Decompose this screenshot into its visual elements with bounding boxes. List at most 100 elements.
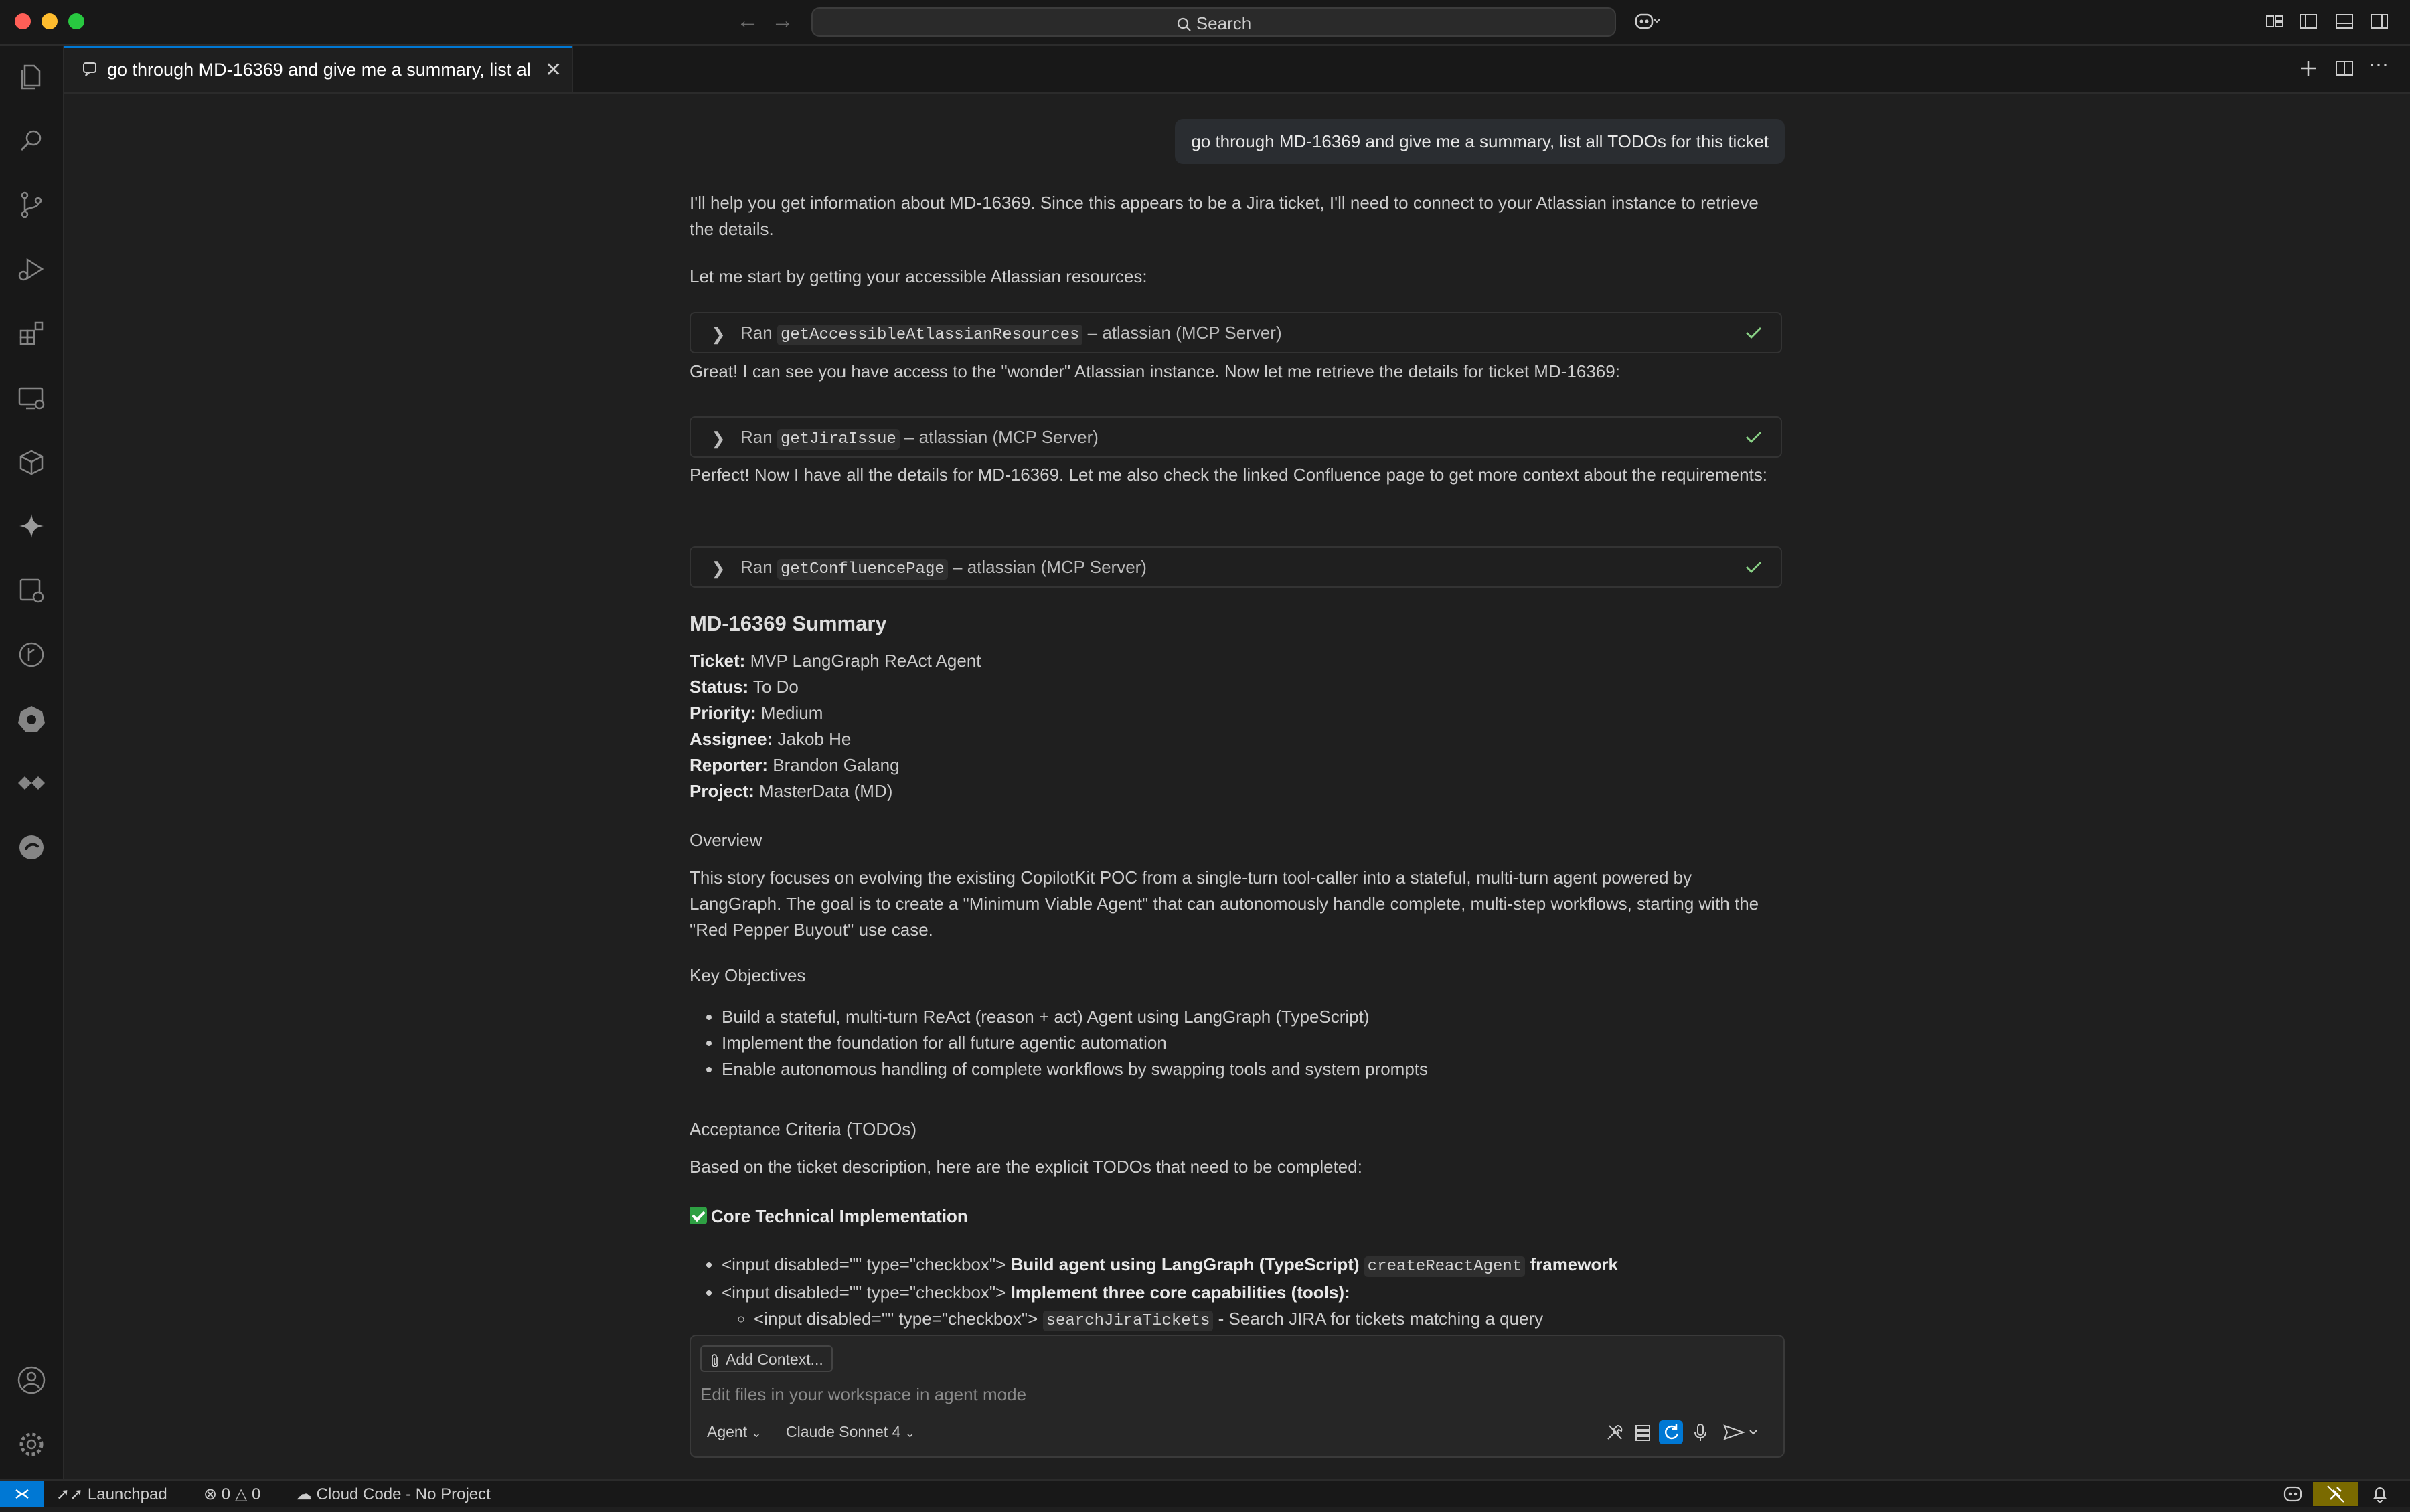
git-graph-icon[interactable]: [15, 639, 48, 671]
edge-devtools-icon[interactable]: [15, 831, 48, 863]
user-message: go through MD-16369 and give me a summar…: [1175, 119, 1785, 164]
list-item: Enable autonomous handling of complete w…: [722, 1056, 1785, 1082]
chat-transcript: go through MD-16369 and give me a summar…: [690, 94, 1785, 1332]
chat-icon: [82, 61, 99, 82]
copilot-icon[interactable]: [1633, 11, 1660, 32]
kubernetes-icon[interactable]: [15, 703, 48, 735]
forward-arrow-icon[interactable]: →: [771, 8, 794, 34]
close-tab-icon[interactable]: ✕: [545, 58, 562, 82]
acceptance-criteria-intro: Based on the ticket description, here ar…: [690, 1157, 1362, 1177]
tab-label: go through MD-16369 and give me a summar…: [107, 60, 531, 80]
field-project: Project: MasterData (MD): [690, 781, 893, 801]
warning-icon: △: [234, 1485, 248, 1503]
problems-item[interactable]: ⊗ 0 △ 0: [204, 1485, 260, 1504]
customize-layout-icon[interactable]: [2264, 11, 2285, 32]
title-bar: ← → Search: [0, 0, 2410, 46]
tab-chat[interactable]: go through MD-16369 and give me a summar…: [64, 46, 573, 92]
objectives-list: Build a stateful, multi-turn ReAct (reas…: [690, 1004, 1785, 1082]
chevron-down-icon: ⌄: [751, 1426, 762, 1440]
remote-icon: [15, 1489, 29, 1499]
core-implementation-heading: Core Technical Implementation: [690, 1203, 1785, 1230]
tool-server: – atlassian (MCP Server): [904, 427, 1099, 447]
add-context-button[interactable]: Add Context...: [700, 1345, 833, 1372]
tool-name: getAccessibleAtlassianResources: [777, 325, 1083, 345]
tools-icon[interactable]: [1603, 1420, 1627, 1444]
send-button[interactable]: [1722, 1420, 1762, 1444]
checkmark-emoji-icon: [690, 1207, 707, 1225]
status-bar: ➚➚ Launchpad ⊗ 0 △ 0 ☁ Cloud Code - No P…: [0, 1479, 2410, 1507]
assistant-intro: I'll help you get information about MD-1…: [690, 193, 1759, 239]
chevron-down-icon: ⌄: [904, 1426, 915, 1440]
accounts-icon[interactable]: [15, 1364, 48, 1396]
list-item: <input disabled="" type="checkbox"> sear…: [754, 1306, 1785, 1332]
cloud-code-api-icon[interactable]: [15, 574, 48, 606]
list-item: Build a stateful, multi-turn ReAct (reas…: [722, 1004, 1785, 1030]
toggle-panel-icon[interactable]: [2334, 11, 2355, 32]
launchpad-item[interactable]: ➚➚ Launchpad: [56, 1485, 167, 1504]
tool-call-row[interactable]: ❯ Ran getConfluencePage – atlassian (MCP…: [690, 546, 1782, 588]
check-icon: [1743, 557, 1763, 584]
notifications-bell-icon[interactable]: [2371, 1485, 2389, 1508]
editor-tab-bar: go through MD-16369 and give me a summar…: [64, 46, 2410, 94]
close-window-button[interactable]: [15, 13, 31, 29]
chat-input-field[interactable]: Edit files in your workspace in agent mo…: [700, 1384, 1026, 1405]
remote-indicator[interactable]: [0, 1481, 44, 1507]
field-priority: Priority: Medium: [690, 703, 823, 723]
cloud-code-item[interactable]: ☁ Cloud Code - No Project: [296, 1485, 491, 1504]
field-status: Status: To Do: [690, 677, 799, 697]
ticket-fields: Ticket: MVP LangGraph ReAct Agent Status…: [690, 648, 1785, 805]
remote-explorer-icon[interactable]: [15, 382, 48, 414]
source-control-providers-icon[interactable]: [15, 767, 48, 799]
copilot-sparkle-icon[interactable]: [15, 510, 48, 542]
copilot-status-icon[interactable]: [2283, 1485, 2303, 1508]
back-arrow-icon[interactable]: ←: [736, 8, 759, 34]
model-picker-dropdown[interactable]: Claude Sonnet 4 ⌄: [786, 1423, 915, 1441]
chevron-right-icon: ❯: [711, 324, 726, 344]
field-ticket: Ticket: MVP LangGraph ReAct Agent: [690, 651, 981, 671]
cloud-icon: ☁: [296, 1485, 312, 1503]
todo-list: <input disabled="" type="checkbox"> Buil…: [690, 1252, 1785, 1332]
tool-call-row[interactable]: ❯ Ran getAccessibleAtlassianResources – …: [690, 312, 1782, 353]
activity-bar: [0, 46, 64, 1479]
tool-server: – atlassian (MCP Server): [1087, 323, 1282, 343]
check-icon: [1743, 323, 1763, 350]
search-icon[interactable]: [15, 124, 48, 157]
new-chat-icon[interactable]: [2298, 58, 2319, 82]
assistant-after-tool2: Perfect! Now I have all the details for …: [690, 465, 1768, 485]
objectives-heading: Key Objectives: [690, 965, 806, 985]
extensions-icon[interactable]: [15, 317, 48, 349]
overview-heading: Overview: [690, 830, 762, 850]
tool-call-row[interactable]: ❯ Ran getJiraIssue – atlassian (MCP Serv…: [690, 416, 1782, 458]
extension-warning-indicator[interactable]: [2313, 1482, 2358, 1506]
manage-gear-icon[interactable]: [15, 1428, 48, 1460]
containers-icon[interactable]: [15, 446, 48, 478]
assistant-after-tool1: Great! I can see you have access to the …: [690, 361, 1620, 382]
ran-label: Ran: [740, 323, 773, 343]
minimize-window-button[interactable]: [42, 13, 58, 29]
maximize-window-button[interactable]: [68, 13, 84, 29]
error-icon: ⊗: [204, 1485, 218, 1503]
split-editor-icon[interactable]: [2334, 58, 2355, 82]
command-search-box[interactable]: Search: [811, 7, 1616, 37]
summary-heading: MD-16369 Summary: [690, 612, 887, 635]
tool-name: getJiraIssue: [777, 429, 900, 450]
run-debug-icon[interactable]: [15, 253, 48, 285]
chevron-right-icon: ❯: [711, 428, 726, 448]
chevron-right-icon: ❯: [711, 558, 726, 578]
assistant-start: Let me start by getting your accessible …: [690, 266, 1147, 286]
rocket-icon: ➚➚: [56, 1485, 84, 1503]
microphone-icon[interactable]: [1688, 1420, 1712, 1444]
server-icon[interactable]: [1631, 1420, 1655, 1444]
tool-server: – atlassian (MCP Server): [953, 557, 1147, 577]
auto-approve-icon[interactable]: [1659, 1420, 1683, 1444]
explorer-icon[interactable]: [15, 60, 48, 92]
list-item: <input disabled="" type="checkbox"> Buil…: [722, 1252, 1785, 1280]
toggle-primary-sidebar-icon[interactable]: [2298, 11, 2319, 32]
source-control-icon[interactable]: [15, 189, 48, 221]
toggle-secondary-sidebar-icon[interactable]: [2368, 11, 2390, 32]
chat-input-box[interactable]: Add Context... Edit files in your worksp…: [690, 1335, 1785, 1458]
more-actions-icon[interactable]: ⋯: [2368, 54, 2389, 77]
acceptance-criteria-heading: Acceptance Criteria (TODOs): [690, 1119, 917, 1139]
agent-mode-dropdown[interactable]: Agent ⌄: [707, 1423, 762, 1441]
search-icon: [1177, 18, 1191, 31]
